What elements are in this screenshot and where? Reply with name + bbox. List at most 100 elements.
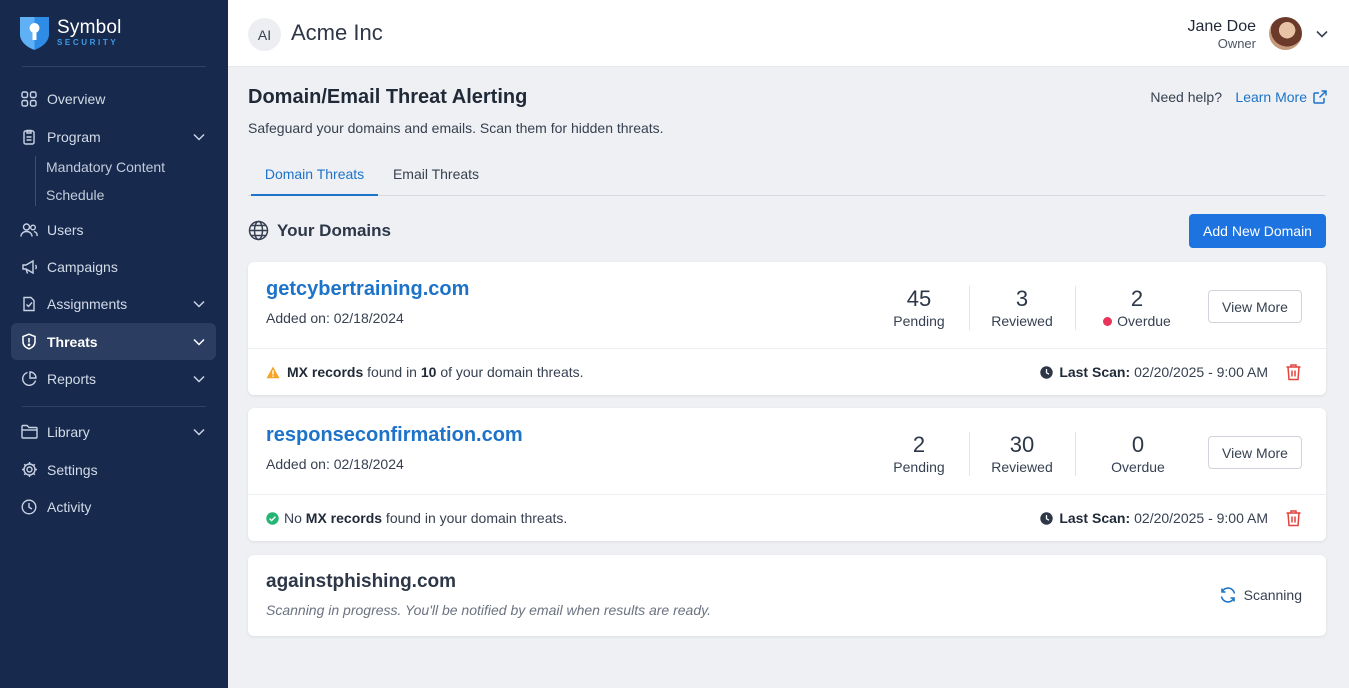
clock-filled-icon [1040, 365, 1054, 379]
stat-overdue-label-row: Overdue [1087, 313, 1187, 329]
sidebar-item-label: Settings [47, 461, 98, 478]
scanning-status-label: Scanning [1243, 587, 1302, 603]
brand-logo[interactable]: Symbol SECURITY [18, 14, 122, 51]
stat-reviewed-value: 30 [1009, 432, 1035, 457]
domain-card-header: responseconfirmation.com Added on: 02/18… [248, 408, 1326, 495]
warning-icon [266, 366, 280, 378]
top-bar: AI Acme Inc Jane Doe Owner [228, 0, 1349, 67]
sidebar-item-program[interactable]: Program [11, 118, 216, 155]
org-avatar[interactable]: AI [248, 18, 281, 51]
sidebar-item-reports[interactable]: Reports [11, 360, 216, 397]
external-link-icon [1313, 90, 1327, 104]
section-title: Your Domains [248, 220, 391, 241]
stat-pending-value: 45 [906, 286, 932, 311]
last-scan: Last Scan: 02/20/2025 - 9:00 AM [1040, 495, 1268, 541]
sidebar-item-overview[interactable]: Overview [11, 80, 216, 117]
stat-divider [1075, 432, 1076, 476]
tab-domain-threats[interactable]: Domain Threats [251, 156, 378, 196]
chevron-down-icon [193, 375, 205, 383]
stat-pending-label: Pending [893, 313, 945, 329]
shield-icon [20, 333, 38, 351]
user-avatar[interactable] [1269, 17, 1302, 50]
chevron-down-icon [193, 133, 205, 141]
stat-divider [969, 286, 970, 330]
sidebar-item-label: Campaigns [47, 258, 118, 275]
mx-found-text: found in [363, 364, 421, 380]
last-scan-label: Last Scan: [1059, 510, 1131, 526]
domain-name-link[interactable]: getcybertraining.com [266, 278, 469, 301]
stat-reviewed-label: Reviewed [991, 459, 1053, 475]
domain-card: getcybertraining.com Added on: 02/18/202… [248, 262, 1326, 395]
view-more-button[interactable]: View More [1208, 290, 1302, 323]
scanning-domain-name: againstphishing.com [266, 571, 457, 592]
sidebar-item-assignments[interactable]: Assignments [11, 285, 216, 322]
mx-records-label: MX records [305, 510, 383, 526]
stat-overdue-value: 2 [1130, 286, 1144, 311]
page-subtitle: Safeguard your domains and emails. Scan … [248, 120, 664, 136]
mx-no-text: No [284, 510, 306, 526]
clock-icon [20, 498, 38, 516]
stat-divider [969, 432, 970, 476]
stat-reviewed-value: 3 [1015, 286, 1029, 311]
mx-suffix-text: of your domain threats. [436, 364, 584, 380]
sidebar-item-activity[interactable]: Activity [11, 488, 216, 525]
sidebar-item-label: Threats [47, 333, 98, 350]
learn-more-label: Learn More [1235, 89, 1307, 105]
domain-card-footer: MX records found in 10 of your domain th… [266, 349, 1306, 395]
mx-suffix-text: found in your domain threats. [382, 510, 568, 526]
learn-more-link[interactable]: Learn More [1235, 89, 1327, 105]
last-scan-value: 02/20/2025 - 9:00 AM [1134, 364, 1268, 380]
user-role: Owner [1217, 36, 1256, 51]
trash-icon[interactable] [1285, 509, 1302, 527]
stat-reviewed: 30 Reviewed [972, 432, 1072, 475]
trash-icon[interactable] [1285, 363, 1302, 381]
sidebar-item-label: Users [47, 221, 84, 238]
sidebar-item-threats[interactable]: Threats [11, 323, 216, 360]
last-scan-label: Last Scan: [1059, 364, 1131, 380]
sidebar-item-settings[interactable]: Settings [11, 451, 216, 488]
mx-count: 10 [420, 364, 437, 380]
stat-overdue-label: Overdue [1111, 459, 1165, 475]
pie-chart-icon [20, 370, 38, 388]
view-more-button[interactable]: View More [1208, 436, 1302, 469]
stat-pending: 2 Pending [869, 432, 969, 475]
sidebar-item-users[interactable]: Users [11, 211, 216, 248]
sidebar-divider [22, 66, 206, 67]
tab-email-threats[interactable]: Email Threats [385, 156, 487, 196]
stat-overdue-label: Overdue [1117, 313, 1171, 329]
last-scan-value: 02/20/2025 - 9:00 AM [1134, 510, 1268, 526]
user-name[interactable]: Jane Doe [1188, 18, 1257, 36]
refresh-icon [1220, 587, 1235, 603]
sidebar-item-library[interactable]: Library [11, 413, 216, 450]
sidebar-item-campaigns[interactable]: Campaigns [11, 248, 216, 285]
sidebar-divider [22, 406, 206, 407]
clipboard-icon [20, 128, 38, 146]
tab-bar: Domain Threats Email Threats [248, 156, 1326, 196]
sidebar-item-label: Reports [47, 370, 97, 387]
section-title-label: Your Domains [277, 220, 391, 240]
sidebar-subitem-mandatory-content[interactable]: Mandatory Content [46, 156, 165, 178]
org-name: Acme Inc [291, 20, 383, 45]
folder-icon [20, 423, 38, 441]
overdue-dot-icon [1103, 316, 1113, 326]
megaphone-icon [20, 258, 38, 276]
grid-icon [20, 90, 38, 108]
brand-sub: SECURITY [57, 38, 119, 47]
globe-icon [248, 220, 269, 241]
stat-pending-label: Pending [893, 459, 945, 475]
submenu-line [35, 156, 36, 206]
domain-name-link[interactable]: responseconfirmation.com [266, 424, 523, 447]
stat-overdue: 0 Overdue [1088, 432, 1188, 475]
chevron-down-icon[interactable] [1315, 27, 1329, 41]
stat-reviewed-label: Reviewed [991, 313, 1053, 329]
stat-overdue: 2 Overdue [1087, 286, 1187, 329]
sidebar-subitem-schedule[interactable]: Schedule [46, 184, 104, 206]
mx-records-label: MX records [287, 364, 364, 380]
assignment-icon [20, 295, 38, 313]
sidebar-item-label: Program [47, 128, 101, 145]
stat-pending-value: 2 [912, 432, 926, 457]
scanning-note: Scanning in progress. You'll be notified… [266, 602, 711, 618]
stat-reviewed: 3 Reviewed [972, 286, 1072, 329]
sidebar-item-label: Activity [47, 498, 92, 515]
add-new-domain-button[interactable]: Add New Domain [1189, 214, 1326, 248]
